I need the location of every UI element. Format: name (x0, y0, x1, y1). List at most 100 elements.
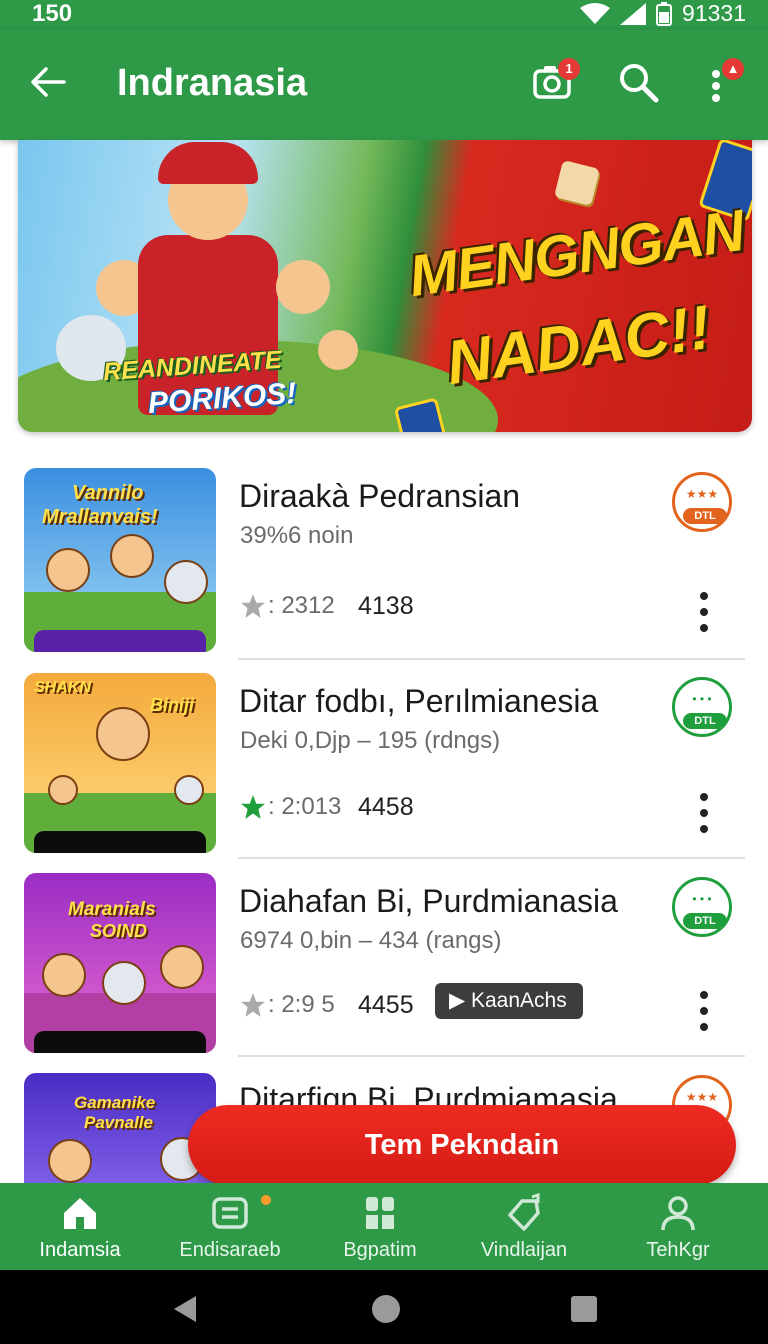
nav-item-tag[interactable]: Vindlaijan (449, 1183, 599, 1270)
divider (238, 1055, 745, 1057)
thumb-title-2: SOIND (90, 921, 148, 941)
banner-small-kid-character (318, 330, 358, 370)
rating-badge-icon: • • • DTL (672, 877, 732, 937)
nav-item-list[interactable]: Endisaraeb (155, 1183, 305, 1270)
nav-label: Indamsia (39, 1239, 121, 1261)
wifi-icon (580, 2, 611, 24)
game-meta: 6974 0,bin – 434 (rangs) (240, 927, 502, 954)
compass-badge-icon: ▲ (722, 58, 744, 80)
search-button[interactable] (616, 60, 664, 108)
nav-item-profile[interactable]: TehKgr (603, 1183, 753, 1270)
nav-item-home[interactable]: Indamsia (5, 1183, 155, 1270)
system-recents-icon[interactable] (570, 1295, 598, 1323)
list-icon (212, 1197, 248, 1229)
app-title: Indranasia (117, 62, 308, 104)
badge-label: DTL (683, 713, 727, 729)
badge-stars-icon: • • • (692, 892, 712, 906)
thumb-strip (34, 1031, 206, 1053)
status-icons: 91331 (580, 0, 746, 27)
game-count: 4458 (358, 793, 414, 821)
game-rating: : 2312 (240, 592, 335, 620)
thumb-character (164, 560, 208, 604)
divider (238, 857, 745, 859)
game-title: Diahafan Bi, Purdmianasia (239, 883, 618, 919)
banner-kid-glasses-character (276, 260, 330, 314)
battery-text: 91331 (682, 0, 746, 26)
thumb-title-2: Biniji (150, 695, 194, 715)
cell-signal-icon (620, 2, 647, 25)
badge-stars-icon: ★★★ (685, 1090, 719, 1104)
badge-label: DTL (683, 913, 727, 929)
rating-value: : 2:9 5 (268, 991, 335, 1018)
tag-icon (508, 1193, 540, 1231)
game-thumbnail[interactable]: Maranials SOIND (24, 873, 216, 1053)
star-icon (241, 795, 265, 819)
camera-button[interactable]: 1 (530, 58, 580, 108)
chip-label: KaanAchs (470, 989, 567, 1012)
game-rating: : 2:9 5 (240, 991, 335, 1019)
back-arrow-icon[interactable] (28, 62, 68, 102)
play-icon: ▶ (449, 989, 471, 1012)
game-thumbnail[interactable]: SHAKN Biniji (24, 673, 216, 853)
thumb-strip (34, 831, 206, 853)
thumb-character (174, 775, 204, 805)
rating-value: : 2312 (268, 592, 335, 619)
thumb-character (102, 961, 146, 1005)
thumb-title-2: Pavnalle (84, 1113, 153, 1132)
divider (238, 658, 745, 660)
battery-icon (656, 1, 673, 26)
nav-label: TehKgr (646, 1239, 710, 1261)
rating-badge-icon: ★★★ DTL (672, 472, 732, 532)
star-icon (241, 594, 265, 618)
badge-stars-icon: • • • (692, 692, 712, 706)
rating-badge-icon: • • • DTL (672, 677, 732, 737)
game-meta: 39%6 noin (240, 522, 354, 549)
home-icon (64, 1198, 96, 1229)
status-bar: 150 91331 (0, 0, 768, 30)
thumb-character (46, 548, 90, 592)
badge-stars-icon: ★★★ (685, 487, 719, 501)
watch-chip[interactable]: ▶ KaanAchs (435, 983, 583, 1019)
nav-label: Bgpatim (343, 1239, 417, 1261)
thumb-character (48, 775, 78, 805)
system-home-icon[interactable] (370, 1293, 402, 1325)
thumb-character (96, 707, 150, 761)
nav-item-grid[interactable]: Bgpatim (305, 1183, 455, 1270)
thumb-character (160, 945, 204, 989)
game-rating: : 2:013 (240, 793, 341, 821)
profile-icon (661, 1196, 695, 1231)
status-time: 150 (32, 0, 73, 27)
badge-label: DTL (683, 508, 727, 524)
item-more-icon[interactable] (690, 590, 718, 634)
thumb-title-2: Mrallanvais! (42, 506, 158, 528)
search-icon (620, 64, 659, 103)
system-back-icon[interactable] (172, 1294, 198, 1324)
more-options-button[interactable]: ▲ (696, 58, 744, 108)
banner-dice-icon (553, 159, 601, 207)
system-navigation-bar (0, 1270, 768, 1344)
app-bar: Indranasia 1 ▲ (0, 30, 768, 140)
game-title: Diraakà Pedransian (239, 478, 521, 514)
game-thumbnail[interactable]: Gamanike Pavnalle (24, 1073, 216, 1183)
thumb-character (48, 1139, 92, 1183)
thumb-strip (34, 630, 206, 652)
camera-notification-badge: 1 (558, 58, 580, 80)
thumb-title-1: Gamanike (74, 1093, 156, 1112)
thumb-character (110, 534, 154, 578)
game-count: 4138 (358, 592, 414, 620)
nav-label: Endisaraeb (179, 1239, 281, 1261)
promo-banner[interactable]: REANDINEATE PORIKOS! MENGNGAN NADAC!! (18, 140, 752, 432)
banner-headline-2: NADAC!! (442, 292, 715, 399)
game-count: 4455 (358, 991, 414, 1019)
grid-icon (366, 1197, 394, 1229)
thumb-title-1: Vannilo (72, 482, 144, 504)
nav-label: Vindlaijan (480, 1239, 568, 1261)
game-thumbnail[interactable]: Vannilo Mrallanvais! (24, 468, 216, 652)
thumb-title-1: Maranials (68, 899, 156, 920)
primary-action-button[interactable]: Tem Pekndain (188, 1105, 736, 1185)
thumb-title-1: SHAKN (34, 679, 91, 696)
item-more-icon[interactable] (690, 989, 718, 1033)
banner-main-character-hat (158, 142, 258, 184)
nav-notification-dot-icon (259, 1193, 273, 1207)
item-more-icon[interactable] (690, 791, 718, 835)
